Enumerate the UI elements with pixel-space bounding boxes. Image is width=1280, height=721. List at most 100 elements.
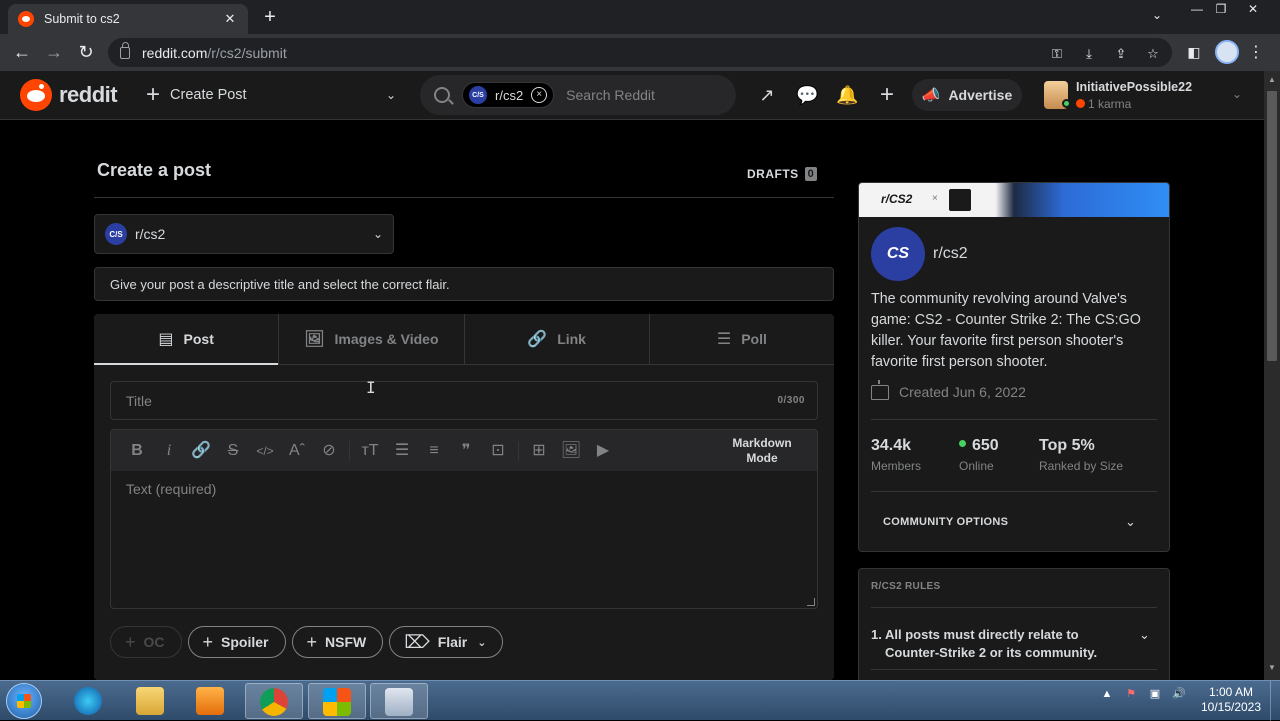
nsfw-label: NSFW	[325, 634, 367, 650]
tab-poll[interactable]: ☰ Poll	[650, 314, 834, 364]
start-button[interactable]	[6, 683, 42, 719]
taskbar-media[interactable]	[182, 683, 240, 719]
create-plus-icon[interactable]: +	[876, 83, 898, 107]
install-icon[interactable]: ⤓	[1080, 45, 1098, 63]
key-icon[interactable]: ⚿	[1048, 45, 1066, 63]
minimize-button[interactable]: —	[1186, 2, 1208, 22]
bulleted-list-icon[interactable]: ☰	[386, 435, 418, 467]
tag-icon: ⌦	[404, 631, 430, 652]
drafts-button[interactable]: DRAFTS 0	[747, 167, 818, 181]
volume-icon[interactable]: 🔊	[1172, 687, 1186, 701]
back-icon[interactable]: ←	[10, 41, 34, 65]
tab-close-icon[interactable]: ✕	[222, 11, 238, 27]
drafts-label: DRAFTS	[747, 167, 799, 181]
community-banner: r/CS2 ×	[859, 183, 1169, 217]
lock-icon[interactable]	[120, 41, 130, 59]
chevron-down-icon[interactable]: ⌄	[1125, 514, 1136, 530]
oc-button[interactable]: + OC	[110, 626, 182, 658]
spoiler-icon[interactable]: ⊘	[313, 435, 345, 467]
plus-icon: +	[146, 81, 161, 108]
superscript-icon[interactable]: Aˆ	[281, 435, 313, 467]
subreddit-icon[interactable]: CS	[871, 227, 925, 281]
reload-icon[interactable]: ↻	[74, 41, 98, 65]
spoiler-button[interactable]: + Spoiler	[187, 626, 286, 658]
profile-avatar[interactable]	[1215, 40, 1239, 64]
user-karma-row: 1 karma	[1076, 97, 1192, 111]
share-icon[interactable]: ⇪	[1112, 45, 1130, 63]
stat-label: Members	[871, 459, 922, 473]
tab-search-icon[interactable]: ⌄	[1152, 8, 1162, 22]
clear-scope-icon[interactable]: ×	[531, 87, 548, 103]
page-title: Create a post	[97, 160, 212, 180]
forward-icon[interactable]: →	[42, 41, 66, 65]
action-center-icon[interactable]: ⚑	[1124, 687, 1138, 701]
image-icon[interactable]: 🖼	[555, 435, 587, 467]
subreddit-name[interactable]: r/cs2	[933, 245, 968, 263]
search-chip-label: r/cs2	[495, 87, 524, 103]
taskbar-windows[interactable]	[308, 683, 366, 719]
taskbar-edge[interactable]	[60, 683, 118, 719]
quote-block-icon[interactable]: ❞	[450, 435, 482, 467]
show-desktop-button[interactable]	[1270, 681, 1280, 721]
flair-button[interactable]: ⌦ Flair ⌄	[389, 626, 504, 658]
show-hidden-icons-icon[interactable]: ▲	[1100, 687, 1114, 701]
nsfw-button[interactable]: + NSFW	[291, 626, 384, 658]
title-input[interactable]	[126, 392, 778, 409]
chevron-down-icon[interactable]: ⌄	[1139, 627, 1150, 643]
user-menu[interactable]: InitiativePossible22 1 karma ⌄	[1044, 77, 1254, 113]
reddit-logo[interactable]: reddit	[20, 79, 118, 111]
italic-icon[interactable]: i	[153, 435, 185, 467]
restore-button[interactable]: ❐	[1210, 2, 1232, 22]
rule-text-line2: Counter-Strike 2 or its community.	[885, 645, 1098, 660]
rule-item[interactable]: 1. All posts must directly relate to Coun…	[871, 626, 1121, 662]
online-status-icon	[1062, 99, 1071, 108]
taskbar-clock[interactable]: 1:00 AM 10/15/2023	[1198, 685, 1264, 715]
tab-post[interactable]: ▤ Post	[94, 314, 280, 365]
popular-icon[interactable]: ↗	[756, 84, 778, 106]
video-icon[interactable]: ▶	[587, 435, 619, 467]
bold-icon[interactable]: B	[121, 435, 153, 467]
close-window-button[interactable]: ✕	[1242, 2, 1264, 22]
markdown-mode-button[interactable]: Markdown Mode	[727, 436, 797, 466]
community-selector[interactable]: C/S r/cs2 ⌄	[94, 214, 394, 254]
advertise-button[interactable]: 📣 Advertise	[912, 79, 1022, 111]
scroll-down-icon[interactable]: ▼	[1267, 663, 1277, 672]
divider	[94, 197, 834, 198]
tab-images-video[interactable]: 🖼 Images & Video	[279, 314, 465, 364]
numbered-list-icon[interactable]: ≡	[418, 435, 450, 467]
taskbar-keyboard[interactable]	[370, 683, 428, 719]
search-scope-chip[interactable]: C/S r/cs2 ×	[462, 82, 555, 108]
address-bar[interactable]: reddit.com/r/cs2/submit ⚿ ⤓ ⇪ ☆	[108, 38, 1172, 67]
inline-code-icon[interactable]: </>	[249, 435, 281, 467]
network-icon[interactable]: ▣	[1148, 687, 1162, 701]
formatting-toolbar: B i 🔗 S </> Aˆ ⊘ ᴛT ☰ ≡ ❞ ⊡ ⊞ 🖼 ▶ Markdo…	[111, 430, 817, 471]
table-icon[interactable]: ⊞	[523, 435, 555, 467]
tab-label: Poll	[741, 331, 767, 347]
taskbar-explorer[interactable]	[122, 683, 180, 719]
side-panel-icon[interactable]: ◧	[1182, 41, 1206, 65]
windows-logo-icon	[323, 688, 351, 716]
resize-handle-icon[interactable]	[807, 598, 815, 606]
new-tab-button[interactable]: +	[258, 6, 282, 29]
tab-link[interactable]: 🔗 Link	[465, 314, 650, 364]
strikethrough-icon[interactable]: S	[217, 435, 249, 467]
created-date: Created Jun 6, 2022	[899, 384, 1026, 400]
browser-tab[interactable]: Submit to cs2 ✕	[8, 4, 248, 34]
community-options-label[interactable]: COMMUNITY OPTIONS	[883, 516, 1008, 528]
notifications-bell-icon[interactable]: 🔔	[836, 84, 858, 106]
browser-menu-icon[interactable]: ⋮	[1248, 42, 1264, 62]
taskbar-chrome[interactable]	[245, 683, 303, 719]
folder-icon	[136, 687, 164, 715]
body-placeholder[interactable]: Text (required)	[126, 481, 216, 497]
scroll-up-icon[interactable]: ▲	[1267, 75, 1277, 84]
scroll-thumb[interactable]	[1267, 91, 1277, 361]
chat-icon[interactable]: 💬	[796, 84, 818, 106]
page-scrollbar[interactable]: ▲ ▼	[1264, 71, 1280, 680]
link-icon[interactable]: 🔗	[185, 435, 217, 467]
search-bar[interactable]: C/S r/cs2 ×	[420, 75, 736, 115]
bookmark-star-icon[interactable]: ☆	[1144, 45, 1162, 63]
code-block-icon[interactable]: ⊡	[482, 435, 514, 467]
search-input[interactable]	[566, 87, 717, 103]
create-post-dropdown[interactable]: + Create Post ⌄	[146, 81, 396, 109]
heading-icon[interactable]: ᴛT	[354, 435, 386, 467]
